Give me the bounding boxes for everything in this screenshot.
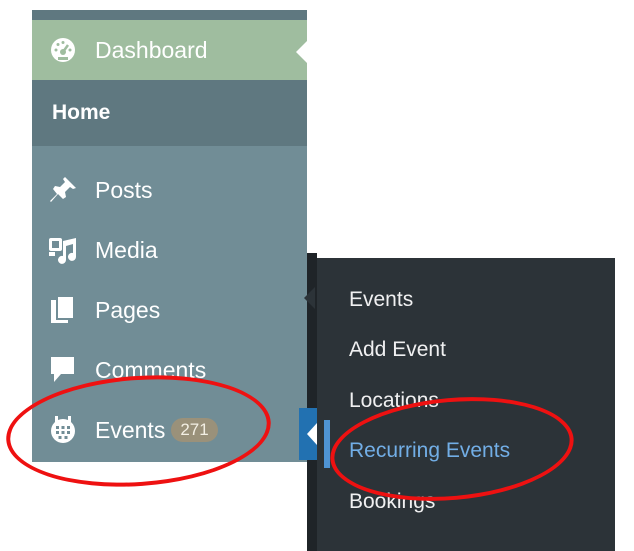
menu-item-comments[interactable]: Comments	[32, 340, 307, 400]
events-submenu-flyout: Events Add Event Locations Recurring Eve…	[317, 258, 615, 551]
submenu-item-recurring-events[interactable]: Recurring Events	[349, 439, 510, 463]
menu-top-strip	[32, 10, 307, 20]
menu-item-dashboard[interactable]: Dashboard	[32, 20, 308, 80]
menu-lower-section: Posts Media Pages Comments Events 271	[32, 146, 307, 462]
screenshot: Dashboard Home Posts Media Pages Comment…	[0, 0, 634, 551]
flyout-pointer-arrow	[304, 287, 315, 309]
comment-icon	[46, 353, 80, 387]
menu-item-events[interactable]: Events 271	[32, 400, 307, 460]
menu-item-dashboard-label: Dashboard	[95, 36, 208, 63]
submenu-item-bookings[interactable]: Bookings	[349, 490, 435, 514]
menu-item-events-label: Events 271	[95, 417, 218, 444]
current-submenu-indicator	[324, 420, 330, 468]
menu-item-pages-label: Pages	[95, 296, 161, 323]
admin-sidebar-menu: Dashboard Home Posts Media Pages Comment…	[32, 20, 308, 462]
menu-item-posts-label: Posts	[95, 176, 153, 203]
submenu-item-events[interactable]: Events	[349, 288, 413, 312]
pin-icon	[46, 173, 80, 207]
events-menu-highlight	[299, 408, 317, 460]
menu-item-home-label: Home	[52, 101, 111, 124]
calendar-icon	[46, 413, 80, 447]
events-menu-notch	[307, 423, 317, 445]
menu-item-pages[interactable]: Pages	[32, 280, 307, 340]
menu-item-home[interactable]: Home	[32, 80, 307, 146]
menu-item-media-label: Media	[95, 236, 158, 263]
menu-item-comments-label: Comments	[95, 356, 207, 383]
submenu-item-locations[interactable]: Locations	[349, 389, 439, 413]
menu-item-media[interactable]: Media	[32, 220, 307, 280]
submenu-item-add-event[interactable]: Add Event	[349, 338, 446, 362]
current-menu-arrow	[296, 40, 308, 64]
media-icon	[46, 233, 80, 267]
pages-icon	[46, 293, 80, 327]
dashboard-gauge-icon	[46, 33, 80, 67]
menu-item-posts[interactable]: Posts	[32, 160, 307, 220]
menu-item-events-text: Events	[95, 416, 166, 443]
events-count-badge: 271	[171, 417, 218, 442]
